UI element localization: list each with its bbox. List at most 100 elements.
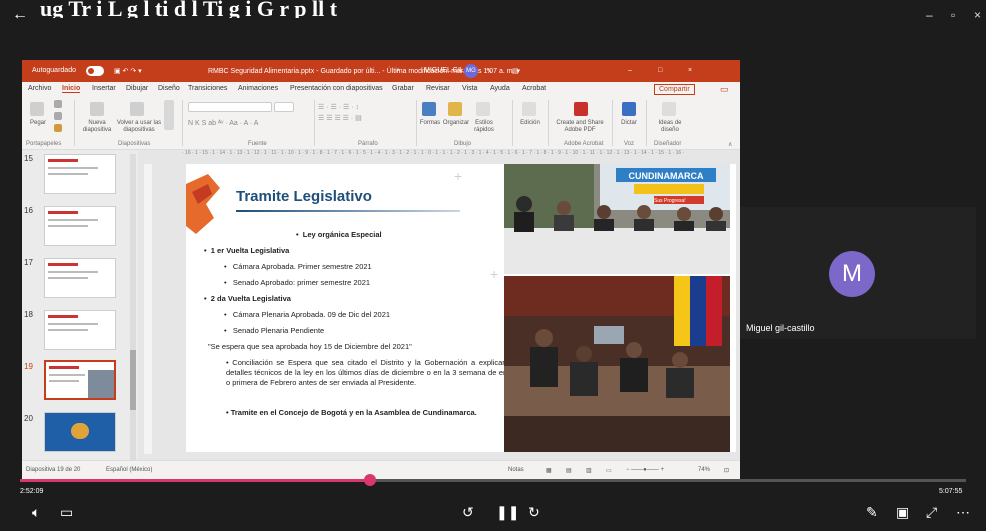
tab-diseno[interactable]: Diseño — [158, 85, 180, 92]
seek-bar-progress — [20, 479, 371, 482]
editing-icon[interactable] — [522, 102, 536, 116]
copy-icon[interactable] — [54, 112, 62, 120]
layout-icon[interactable] — [164, 100, 174, 130]
sorter-view-icon[interactable]: ▤ — [566, 467, 572, 474]
reuse-slides-button[interactable]: Volver a usar las diapositivas — [116, 120, 162, 134]
notes-button[interactable]: Notas — [508, 467, 524, 473]
new-slide-button[interactable]: Nueva diapositiva — [78, 120, 116, 134]
shapes-button[interactable]: Formas — [418, 120, 442, 127]
save-icon[interactable]: ▣ ↶ ↷ ▾ — [114, 67, 142, 75]
forward-30-icon[interactable]: ↻ — [528, 505, 540, 519]
bullet-tramite: • Tramite en el Concejo de Bogotá y en l… — [226, 408, 477, 417]
slide-thumbnail[interactable] — [44, 154, 116, 194]
tab-presentacion[interactable]: Presentación con diapositivas — [290, 85, 383, 92]
comments-icon[interactable]: ▭ — [720, 84, 729, 95]
miniplayer-icon[interactable]: ▣ — [896, 505, 909, 519]
search-icon[interactable]: ⌕ — [396, 67, 400, 75]
tab-vista[interactable]: Vista — [462, 85, 477, 92]
language-indicator[interactable]: Español (México) — [106, 467, 152, 473]
cut-icon[interactable] — [54, 100, 62, 108]
zoom-slider[interactable]: − ——●—— + — [626, 467, 664, 473]
tab-archivo[interactable]: Archivo — [28, 85, 51, 92]
current-time: 2:52:09 — [20, 488, 44, 495]
thumbnail-scrollbar[interactable] — [130, 154, 136, 474]
user-avatar[interactable]: MG — [464, 64, 478, 78]
dictate-button[interactable]: Dictar — [616, 120, 642, 127]
microphone-icon[interactable] — [622, 102, 636, 116]
arrange-icon[interactable] — [448, 102, 462, 116]
arrange-button[interactable]: Organizar — [442, 120, 470, 127]
slideshow-view-icon[interactable]: ▭ — [606, 467, 612, 474]
font-name-select[interactable] — [188, 102, 272, 112]
slide-thumbnail[interactable] — [44, 206, 116, 246]
pp-close-button[interactable]: × — [688, 67, 692, 74]
design-ideas-icon[interactable] — [662, 102, 676, 116]
slide-thumbnail[interactable] — [44, 258, 116, 298]
pp-maximize-button[interactable]: □ — [658, 67, 662, 74]
normal-view-icon[interactable]: ▦ — [546, 467, 552, 474]
shapes-icon[interactable] — [422, 102, 436, 116]
tab-inicio[interactable]: Inicio — [62, 85, 81, 93]
slide-thumbnail[interactable] — [44, 310, 116, 350]
adobe-pdf-icon[interactable] — [574, 102, 588, 116]
tab-transiciones[interactable]: Transiciones — [188, 85, 227, 92]
slide-title: Tramite Legislativo — [236, 188, 372, 205]
bullet-conciliacion: • Conciliación se Espera que sea citado … — [226, 358, 518, 387]
zoom-level[interactable]: 74% — [698, 467, 710, 473]
bullet-ley: • Ley orgánica Especial — [296, 230, 382, 239]
paste-button[interactable]: Pegar — [26, 120, 50, 127]
share-button[interactable]: Compartir — [654, 84, 695, 95]
font-format-icons[interactable]: N K S ab ᴬᵛ · Aa · A · A — [188, 120, 308, 127]
tab-dibujar[interactable]: Dibujar — [126, 85, 148, 92]
minimize-button[interactable]: – — [926, 8, 933, 22]
quick-styles-icon[interactable] — [476, 102, 490, 116]
reading-view-icon[interactable]: ▥ — [586, 467, 592, 474]
tab-acrobat[interactable]: Acrobat — [522, 85, 546, 92]
ribbon-display-icon[interactable]: ▤ — [512, 67, 519, 75]
editing-button[interactable]: Edición — [516, 120, 544, 127]
captions-icon[interactable]: ▭ — [60, 505, 73, 519]
tab-grabar[interactable]: Grabar — [392, 85, 414, 92]
design-ideas-button[interactable]: Ideas de diseño — [650, 120, 690, 134]
volume-icon[interactable]: 🔈︎ — [32, 505, 40, 519]
format-painter-icon[interactable] — [54, 124, 62, 132]
collapse-ribbon-icon[interactable]: ∧ — [728, 141, 732, 148]
quick-styles-button[interactable]: Estilos rápidos — [470, 120, 498, 134]
font-size-select[interactable] — [274, 102, 294, 112]
new-slide-icon[interactable] — [90, 102, 104, 116]
group-label: Diapositivas — [118, 141, 151, 147]
tab-revisar[interactable]: Revisar — [426, 85, 450, 92]
thumbnail-number: 19 — [24, 362, 33, 371]
rewind-10-icon[interactable]: ↺ — [462, 505, 474, 519]
thumbnail-scrollbar-thumb[interactable] — [130, 350, 136, 410]
bullet-text: Cámara Aprobada. Primer semestre 2021 — [232, 262, 372, 271]
pp-minimize-button[interactable]: – — [628, 67, 632, 74]
fullscreen-icon[interactable]: ⤢ — [926, 505, 937, 519]
pen-icon[interactable]: ✎ — [486, 67, 492, 75]
bullet-text: Senado Plenaria Pendiente — [232, 326, 325, 335]
user-name: MIGUEL GIL — [424, 67, 464, 74]
tab-animaciones[interactable]: Animaciones — [238, 85, 278, 92]
tab-ayuda[interactable]: Ayuda — [490, 85, 510, 92]
bullet-text: Cámara Plenaria Aprobada. 09 de Dic del … — [232, 310, 391, 319]
reuse-slides-icon[interactable] — [130, 102, 144, 116]
paste-icon[interactable] — [30, 102, 44, 116]
slide-canvas[interactable]: Tramite Legislativo + + • Ley orgánica E… — [186, 164, 736, 452]
pause-icon[interactable]: ❚❚ — [496, 505, 519, 519]
fit-slide-icon[interactable]: ⊡ — [724, 467, 729, 474]
bullet-vuelta2: • 2 da Vuelta Legislativa — [204, 294, 291, 303]
ribbon: Pegar Nueva diapositiva Volver a usar la… — [22, 96, 740, 150]
slide-thumbnail[interactable] — [44, 412, 116, 452]
paragraph-icons[interactable]: ☰ · ☰ · ☰ · ↕ ☰ ☰ ☰ ☰ · ▤ — [318, 102, 408, 124]
pen-icon[interactable]: ✎ — [866, 505, 878, 519]
close-button[interactable]: × — [974, 8, 981, 22]
seek-bar[interactable] — [20, 474, 966, 486]
tab-insertar[interactable]: Insertar — [92, 85, 116, 92]
maximize-button[interactable]: ▫ — [951, 8, 955, 22]
autosave-toggle[interactable] — [86, 66, 104, 76]
slide-thumbnail-selected[interactable] — [44, 360, 116, 400]
more-options-icon[interactable]: ⋯ — [956, 505, 970, 519]
seek-bar-knob[interactable] — [364, 474, 377, 486]
back-arrow-icon[interactable]: ← — [12, 6, 28, 24]
create-share-pdf-button[interactable]: Create and Share Adobe PDF — [550, 120, 610, 134]
